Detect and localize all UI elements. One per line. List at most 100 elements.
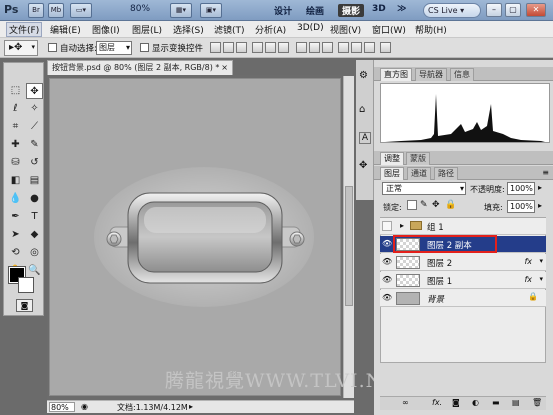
type-tool-icon[interactable]: T	[26, 209, 43, 225]
layer-row-2[interactable]: 👁 图层 2 fx ▾	[380, 254, 546, 271]
menu-select[interactable]: 选择(S)	[173, 23, 204, 36]
tab-adjustments[interactable]: 调整	[380, 152, 404, 165]
link-layers-icon[interactable]: ∞	[402, 398, 409, 407]
tab-masks[interactable]: 蒙版	[406, 152, 430, 165]
menu-help[interactable]: 帮助(H)	[415, 23, 447, 36]
healing-brush-icon[interactable]: ✚	[7, 137, 24, 153]
menu-3d[interactable]: 3D(D)	[297, 23, 324, 33]
align-top-icon[interactable]	[210, 42, 221, 53]
auto-select-dropdown[interactable]: 图层 ▾	[96, 41, 132, 55]
workspace-design[interactable]: 设计	[274, 4, 292, 17]
gradient-tool-icon[interactable]: ▤	[26, 173, 43, 189]
background-color-swatch[interactable]	[18, 277, 34, 293]
distribute-bottom-icon[interactable]	[322, 42, 333, 53]
status-menu-icon[interactable]: ▸	[189, 402, 193, 411]
cs-live-button[interactable]: CS Live ▾	[423, 3, 481, 18]
tab-layers[interactable]: 图层	[380, 167, 404, 180]
tab-navigator[interactable]: 导航器	[415, 68, 447, 81]
new-group-icon[interactable]: ▬	[492, 398, 500, 407]
eye-icon[interactable]: 👁	[382, 275, 394, 285]
close-icon[interactable]: ×	[221, 61, 228, 74]
brush-tool-icon[interactable]: ✎	[26, 137, 43, 153]
lock-all-icon[interactable]: 🔒	[445, 200, 456, 210]
eyedropper-tool-icon[interactable]: ⟋	[26, 119, 43, 135]
bridge-button[interactable]: Br	[28, 3, 44, 18]
show-transform-checkbox[interactable]	[140, 43, 149, 52]
expand-triangle-icon[interactable]: ▸	[400, 221, 404, 230]
path-select-icon[interactable]: ➤	[7, 227, 24, 243]
workspace-3d[interactable]: 3D	[372, 4, 386, 17]
distribute-top-icon[interactable]	[296, 42, 307, 53]
layer-row-background[interactable]: 👁 背景 🔒	[380, 290, 546, 307]
mini-bridge-icon[interactable]: ⚙	[359, 70, 368, 81]
status-zoom[interactable]: 80%	[49, 402, 75, 412]
document-tab[interactable]: 按钮背景.psd @ 80% (图层 2 副本, RGB/8) * ×	[47, 60, 233, 75]
eye-icon[interactable]: 👁	[382, 257, 394, 267]
align-bottom-icon[interactable]	[236, 42, 247, 53]
workspace-photography[interactable]: 摄影	[338, 4, 365, 17]
align-right-icon[interactable]	[278, 42, 289, 53]
menu-view[interactable]: 视图(V)	[330, 23, 361, 36]
layer-effects-icon[interactable]: fx	[524, 257, 532, 266]
history-brush-icon[interactable]: ↺	[26, 155, 43, 171]
blend-mode-select[interactable]: 正常 ▾	[382, 182, 466, 195]
history-icon[interactable]: ⌂	[359, 104, 365, 115]
minimize-icon[interactable]: –	[486, 3, 502, 17]
menu-file[interactable]: 文件(F)	[6, 22, 43, 37]
maximize-icon[interactable]: ▢	[505, 3, 521, 17]
shape-tool-icon[interactable]: ◆	[26, 227, 43, 243]
menu-window[interactable]: 窗口(W)	[372, 23, 406, 36]
actions-icon[interactable]: A	[359, 132, 371, 144]
tab-paths[interactable]: 路径	[434, 167, 458, 180]
eraser-tool-icon[interactable]: ◧	[7, 173, 24, 189]
menu-filter[interactable]: 滤镜(T)	[214, 23, 245, 36]
view-extras-icon[interactable]: ▭▾	[70, 3, 92, 18]
quick-select-tool-icon[interactable]: ✧	[26, 101, 43, 117]
opacity-input[interactable]: 100%	[507, 182, 535, 195]
canvas[interactable]	[49, 78, 341, 396]
lock-image-icon[interactable]: ✎	[420, 200, 428, 210]
distribute-vcenter-icon[interactable]	[309, 42, 320, 53]
marquee-tool-icon[interactable]: ⬚	[7, 83, 24, 99]
fill-input[interactable]: 100%	[507, 200, 535, 213]
vertical-scrollbar[interactable]	[343, 76, 354, 398]
distribute-left-icon[interactable]	[338, 42, 349, 53]
align-vcenter-icon[interactable]	[223, 42, 234, 53]
menu-edit[interactable]: 编辑(E)	[50, 23, 81, 36]
tab-histogram[interactable]: 直方图	[380, 68, 412, 81]
blur-tool-icon[interactable]: 💧	[7, 191, 24, 207]
brushes-icon[interactable]: ✥	[359, 160, 367, 171]
crop-tool-icon[interactable]: ⌗	[7, 119, 24, 135]
chevron-down-icon[interactable]: ▾	[539, 275, 543, 283]
panel-menu-icon[interactable]: ≡	[542, 168, 549, 177]
lock-transparent-icon[interactable]	[407, 200, 417, 210]
mini-bridge-button[interactable]: Mb	[48, 3, 64, 18]
menu-analysis[interactable]: 分析(A)	[255, 23, 286, 36]
chevron-down-icon[interactable]: ▸	[538, 183, 542, 192]
auto-select-checkbox[interactable]	[48, 43, 57, 52]
layer-row-group[interactable]: ▸ 组 1	[380, 218, 546, 235]
workspace-painting[interactable]: 绘画	[306, 4, 324, 17]
3d-rotate-icon[interactable]: ⟲	[7, 245, 24, 261]
tab-channels[interactable]: 通道	[407, 167, 431, 180]
quick-mask-icon[interactable]: ◙	[16, 299, 33, 312]
arrange-docs-icon[interactable]: ▦▾	[170, 3, 192, 18]
visibility-toggle[interactable]	[382, 221, 392, 231]
pen-tool-icon[interactable]: ✒	[7, 209, 24, 225]
auto-align-icon[interactable]	[380, 42, 391, 53]
move-tool-icon[interactable]: ✥	[26, 83, 43, 99]
layer-row-1[interactable]: 👁 图层 1 fx ▾	[380, 272, 546, 289]
screen-mode-icon[interactable]: ▣▾	[200, 3, 222, 18]
menu-layer[interactable]: 图层(L)	[132, 23, 162, 36]
add-mask-icon[interactable]: ◙	[452, 398, 460, 407]
distribute-hcenter-icon[interactable]	[351, 42, 362, 53]
more-workspaces-icon[interactable]: ≫	[397, 4, 406, 17]
eye-icon[interactable]: 👁	[382, 293, 394, 303]
layer-row-selected[interactable]: 👁 图层 2 副本	[380, 235, 546, 253]
tab-info[interactable]: 信息	[450, 68, 474, 81]
chevron-down-icon[interactable]: ▾	[539, 257, 543, 265]
add-style-icon[interactable]: fx.	[432, 398, 442, 407]
menu-image[interactable]: 图像(I)	[92, 23, 120, 36]
adjustment-layer-icon[interactable]: ◐	[472, 398, 479, 407]
tool-preset-picker[interactable]: ▸✥ ▾	[4, 40, 38, 56]
